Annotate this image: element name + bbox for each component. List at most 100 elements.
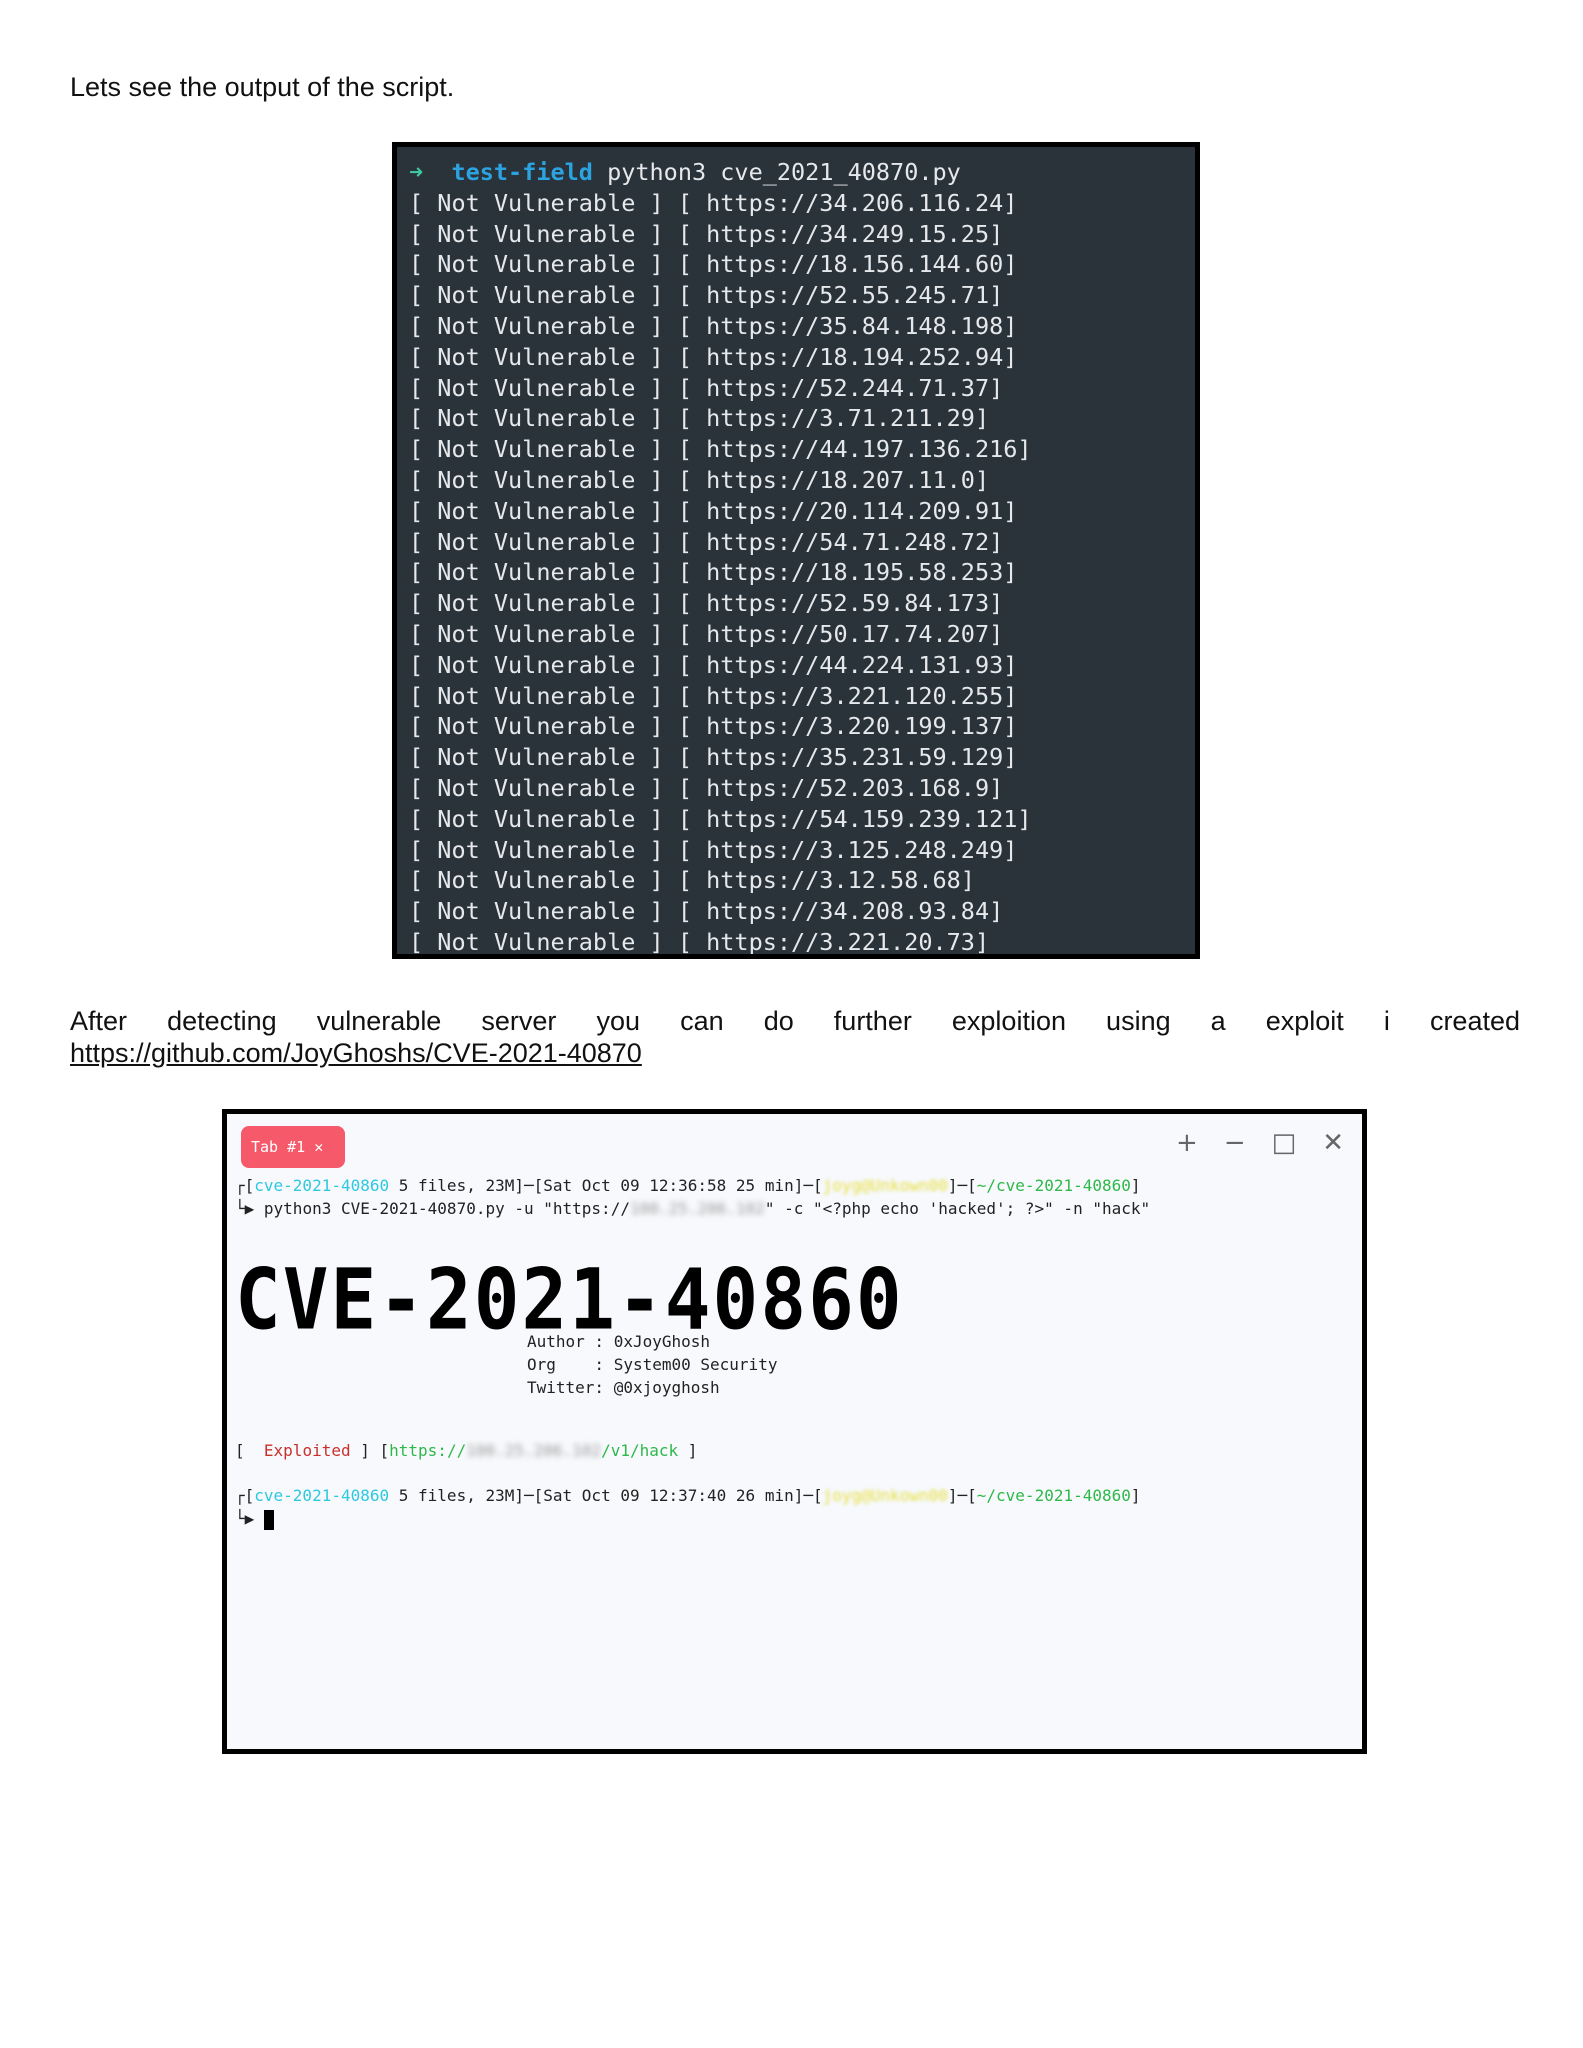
status: Not Vulnerable	[437, 342, 636, 371]
status: Not Vulnerable	[437, 804, 636, 833]
exploited-line: [ Exploited ] [https://100.25.206.102/v1…	[235, 1441, 698, 1460]
prompt-arrow-icon: ➜	[409, 158, 424, 186]
url-b: /v1/hack	[601, 1441, 679, 1460]
scan-result-row: [ Not Vulnerable ] [ https://50.17.74.20…	[409, 619, 1004, 648]
url: https://18.156.144.60	[706, 250, 1004, 279]
tab-1[interactable]: Tab #1 ✕	[241, 1126, 345, 1168]
url: https://44.197.136.216	[706, 435, 1018, 464]
prompt-dir: test-field	[451, 158, 593, 186]
status: Not Vulnerable	[437, 496, 636, 525]
scan-result-row: [ Not Vulnerable ] [ https://35.231.59.1…	[409, 743, 1018, 772]
paragraph: After detecting vulnerable server you ca…	[70, 1006, 1520, 1036]
window-controls: + − □ ✕	[1176, 1128, 1344, 1158]
scan-result-row: [ Not Vulnerable ] [ https://3.12.58.68]	[409, 866, 975, 895]
scan-result-row: [ Not Vulnerable ] [ https://3.221.120.2…	[409, 681, 1018, 710]
status: Not Vulnerable	[437, 250, 636, 279]
minimize-icon[interactable]: −	[1224, 1128, 1246, 1158]
url: https://52.59.84.173	[706, 589, 990, 618]
scan-result-row: [ Not Vulnerable ] [ https://54.159.239.…	[409, 804, 1032, 833]
scan-result-row: [ Not Vulnerable ] [ https://3.221.20.73…	[409, 927, 990, 956]
cmd-ip: 100.25.206.102	[629, 1199, 765, 1218]
status: Not Vulnerable	[437, 281, 636, 310]
maximize-icon[interactable]: □	[1272, 1128, 1297, 1158]
path: ~/cve-2021-40860	[976, 1176, 1131, 1195]
url: https://54.159.239.121	[706, 804, 1018, 833]
url: https://3.221.120.255	[706, 681, 1004, 710]
close-window-icon[interactable]: ✕	[1322, 1128, 1344, 1158]
scan-result-row: [ Not Vulnerable ] [ https://54.71.248.7…	[409, 527, 1004, 556]
path: ~/cve-2021-40860	[976, 1486, 1131, 1505]
new-tab-icon[interactable]: +	[1176, 1128, 1198, 1158]
status: Not Vulnerable	[437, 712, 636, 741]
cmd-b: " -c "<?php echo 'hacked'; ?>" -n "hack"	[764, 1199, 1151, 1218]
scan-result-row: [ Not Vulnerable ] [ https://44.224.131.…	[409, 650, 1018, 679]
user: joyg@Unkown00	[822, 1176, 948, 1195]
files: 5 files, 23M	[398, 1176, 515, 1195]
command-line: └▶ python3 CVE-2021-40870.py -u "https:/…	[235, 1199, 1151, 1218]
cmd-a: python3 CVE-2021-40870.py -u "https://	[263, 1199, 630, 1218]
scan-result-row: [ Not Vulnerable ] [ https://18.194.252.…	[409, 342, 1018, 371]
command-line: ➜ test-field python3 cve_2021_40870.py	[409, 157, 1183, 188]
url: https://35.231.59.129	[706, 743, 1004, 772]
repo: cve-2021-40860	[254, 1176, 390, 1195]
url: https://3.71.211.29	[706, 404, 975, 433]
scan-result-row: [ Not Vulnerable ] [ https://18.207.11.0…	[409, 465, 990, 494]
scan-result-row: [ Not Vulnerable ] [ https://3.220.199.1…	[409, 712, 1018, 741]
url: https://20.114.209.91	[706, 496, 1004, 525]
twitter: Twitter: @0xjoyghosh	[527, 1378, 720, 1397]
url: https://3.220.199.137	[706, 712, 1004, 741]
status: Not Vulnerable	[437, 866, 636, 895]
url: https://54.71.248.72	[706, 527, 990, 556]
scan-terminal: ➜ test-field python3 cve_2021_40870.py […	[392, 142, 1200, 959]
url: https://3.221.20.73	[706, 927, 975, 956]
scan-result-row: [ Not Vulnerable ] [ https://52.55.245.7…	[409, 281, 1004, 310]
status: Not Vulnerable	[437, 373, 636, 402]
url: https://34.249.15.25	[706, 219, 990, 248]
url: https://34.208.93.84	[706, 897, 990, 926]
url: https://34.206.116.24	[706, 188, 1004, 217]
status: Not Vulnerable	[437, 619, 636, 648]
scan-result-row: [ Not Vulnerable ] [ https://18.195.58.2…	[409, 558, 1018, 587]
status: Not Vulnerable	[437, 311, 636, 340]
repo: cve-2021-40860	[254, 1486, 390, 1505]
status: Not Vulnerable	[437, 650, 636, 679]
scan-result-row: [ Not Vulnerable ] [ https://52.244.71.3…	[409, 373, 1004, 402]
intro-text: Lets see the output of the script.	[70, 72, 455, 102]
github-link[interactable]: https://github.com/JoyGhoshs/CVE-2021-40…	[70, 1038, 642, 1069]
cursor-line: └▶	[235, 1507, 274, 1530]
scan-result-row: [ Not Vulnerable ] [ https://52.59.84.17…	[409, 589, 1004, 618]
status: Not Vulnerable	[437, 589, 636, 618]
url: https://52.203.168.9	[706, 773, 990, 802]
url: https://3.125.248.249	[706, 835, 1004, 864]
url: https://44.224.131.93	[706, 650, 1004, 679]
scan-result-row: [ Not Vulnerable ] [ https://20.114.209.…	[409, 496, 1018, 525]
status: Not Vulnerable	[437, 743, 636, 772]
scan-result-row: [ Not Vulnerable ] [ https://18.156.144.…	[409, 250, 1018, 279]
url: https://18.194.252.94	[706, 342, 1004, 371]
url: https://18.207.11.0	[706, 465, 975, 494]
status: Not Vulnerable	[437, 558, 636, 587]
scan-result-row: [ Not Vulnerable ] [ https://52.203.168.…	[409, 773, 1004, 802]
status: Not Vulnerable	[437, 219, 636, 248]
url: https://3.12.58.68	[706, 866, 961, 895]
status: Not Vulnerable	[437, 188, 636, 217]
scan-result-row: [ Not Vulnerable ] [ https://44.197.136.…	[409, 435, 1032, 464]
status: Not Vulnerable	[437, 773, 636, 802]
scan-result-row: [ Not Vulnerable ] [ https://34.206.116.…	[409, 188, 1018, 217]
status: Not Vulnerable	[437, 835, 636, 864]
url-ip: 100.25.206.102	[466, 1441, 602, 1460]
time: Sat Oct 09 12:36:58 25 min	[543, 1176, 794, 1195]
status: Not Vulnerable	[437, 897, 636, 926]
command: python3 cve_2021_40870.py	[607, 158, 961, 186]
url: https://35.84.148.198	[706, 311, 1004, 340]
user: joyg@Unkown00	[822, 1486, 948, 1505]
url: https://50.17.74.207	[706, 619, 990, 648]
prompt-line-2: ┌[cve-2021-40860 5 files, 23M]─[Sat Oct …	[235, 1486, 1141, 1505]
cursor	[263, 1509, 274, 1530]
prompt-line-1: ┌[cve-2021-40860 5 files, 23M]─[Sat Oct …	[235, 1176, 1141, 1195]
url: https://52.55.245.71	[706, 281, 990, 310]
scan-result-row: [ Not Vulnerable ] [ https://34.208.93.8…	[409, 897, 1004, 926]
status: Not Vulnerable	[437, 681, 636, 710]
close-tab-icon[interactable]: ✕	[314, 1138, 323, 1156]
status: Not Vulnerable	[437, 435, 636, 464]
